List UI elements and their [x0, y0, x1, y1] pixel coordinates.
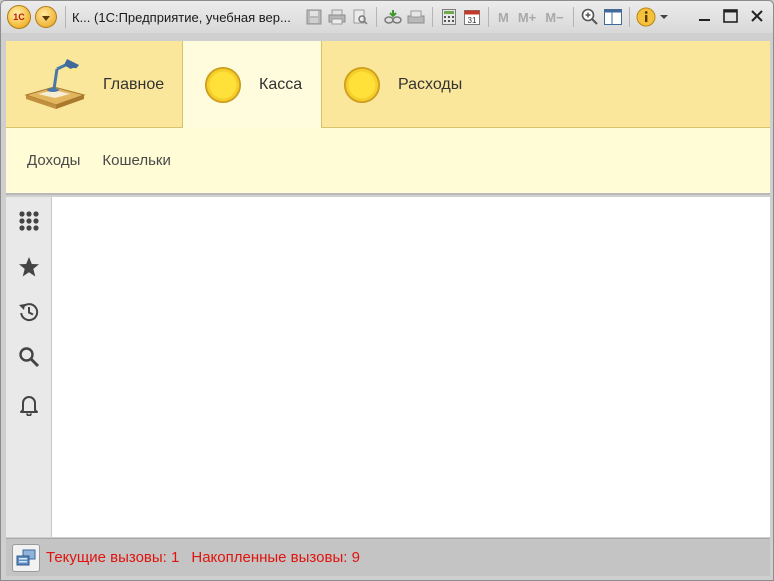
bell-icon[interactable]	[17, 393, 41, 417]
zoom-icon[interactable]	[580, 7, 600, 27]
info-icon[interactable]	[636, 7, 656, 27]
memory-button[interactable]: M	[495, 10, 512, 25]
calculator-icon[interactable]	[439, 7, 459, 27]
apps-grid-icon[interactable]	[17, 209, 41, 233]
section-label: Касса	[259, 75, 303, 93]
toolbar-separator	[628, 7, 630, 27]
coin-icon	[205, 66, 241, 103]
history-icon[interactable]	[17, 300, 41, 324]
section-main[interactable]: Главное	[6, 41, 182, 128]
minimize-icon[interactable]	[695, 6, 715, 26]
star-icon[interactable]	[17, 255, 41, 279]
section-label: Расходы	[398, 75, 463, 93]
sections-panel: Главное Касса Расходы	[6, 41, 770, 128]
toolbar-separator	[376, 7, 377, 27]
section-cash[interactable]: Касса	[182, 41, 322, 128]
server-calls-icon[interactable]	[12, 543, 40, 572]
coin-icon	[344, 66, 380, 103]
1c-logo-button[interactable]: 1С	[7, 5, 31, 29]
workspace-area	[52, 197, 770, 537]
section-expenses[interactable]: Расходы	[322, 41, 482, 128]
info-dropdown-icon[interactable]	[659, 7, 669, 27]
memory-minus-button[interactable]: M−	[542, 10, 566, 25]
accumulated-calls-text: Накопленные вызовы: 9	[191, 549, 360, 566]
navigation-panel: Доходы Кошельки	[6, 128, 770, 195]
print-preview-icon[interactable]	[350, 7, 370, 27]
window-title: К... (1С:Предприятие, учебная вер...	[72, 9, 291, 25]
desk-lamp-icon	[24, 57, 86, 114]
title-separator	[65, 6, 66, 28]
logo-text: 1С	[13, 12, 25, 22]
toolbar-separator	[488, 7, 489, 27]
close-icon[interactable]	[747, 6, 767, 26]
memory-plus-button[interactable]: M+	[515, 10, 539, 25]
svg-text:31: 31	[468, 16, 477, 25]
title-toolbar: 31 M M+ M−	[304, 7, 669, 27]
send-document-icon[interactable]	[406, 7, 426, 27]
maximize-icon[interactable]	[721, 6, 741, 26]
panels-icon[interactable]	[603, 7, 623, 27]
print-icon[interactable]	[327, 7, 347, 27]
nav-link-wallets[interactable]: Кошельки	[102, 152, 170, 169]
section-label: Главное	[103, 75, 165, 93]
left-toolbar	[6, 197, 52, 537]
calendar-icon[interactable]: 31	[462, 7, 482, 27]
link-icon[interactable]	[383, 7, 403, 27]
toolbar-separator	[572, 7, 574, 27]
title-bar: 1С К... (1С:Предприятие, учебная вер...	[1, 1, 773, 33]
app-window: 1С К... (1С:Предприятие, учебная вер...	[0, 0, 774, 581]
current-calls-text: Текущие вызовы: 1	[46, 549, 180, 566]
nav-link-income[interactable]: Доходы	[27, 152, 80, 169]
toolbar-separator	[432, 7, 433, 27]
save-icon[interactable]	[304, 7, 324, 27]
status-bar: Текущие вызовы: 1 Накопленные вызовы: 9	[6, 538, 770, 576]
window-controls	[695, 6, 767, 26]
search-icon[interactable]	[17, 345, 41, 369]
main-menu-button[interactable]	[35, 6, 57, 28]
